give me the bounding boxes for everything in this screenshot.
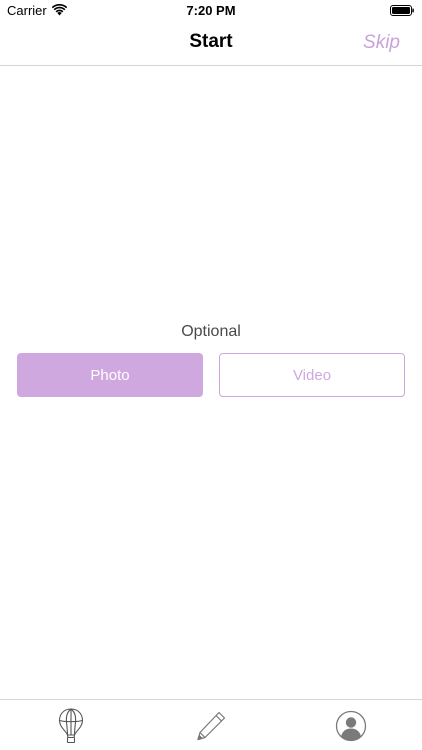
tab-write[interactable] <box>193 708 229 744</box>
optional-label: Optional <box>181 323 241 340</box>
tab-bar <box>0 699 422 750</box>
hot-air-balloon-icon <box>58 708 84 744</box>
page-title: Start <box>189 31 233 52</box>
status-time: 7:20 PM <box>186 3 236 18</box>
photo-button[interactable]: Photo <box>17 353 203 397</box>
tab-profile[interactable] <box>333 708 369 744</box>
video-button[interactable]: Video <box>219 353 405 397</box>
start-screen: Carrier 7:20 PM Start Skip Optional Phot… <box>0 0 422 750</box>
profile-icon <box>335 710 367 742</box>
navigation-bar: Start Skip <box>0 22 422 66</box>
tab-explore[interactable] <box>53 708 89 744</box>
status-bar: Carrier 7:20 PM <box>0 0 422 22</box>
battery-icon <box>390 5 414 16</box>
pencil-icon <box>197 711 226 741</box>
skip-button[interactable]: Skip <box>363 32 400 54</box>
